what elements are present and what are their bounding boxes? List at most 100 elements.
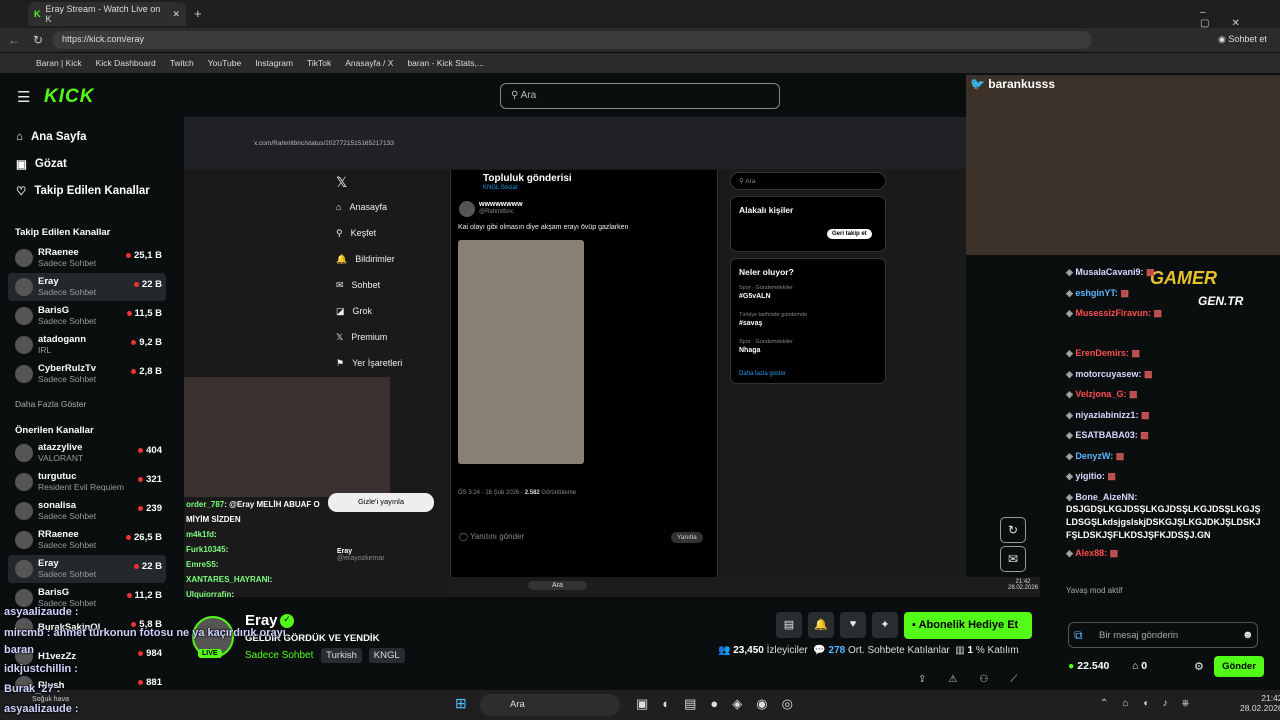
window-controls[interactable]: –▢✕ <box>1200 7 1280 29</box>
send-button[interactable]: Gönder <box>1214 656 1264 677</box>
browser-tab[interactable]: K Eray Stream - Watch Live on K ✕ <box>28 2 186 26</box>
trend-name[interactable]: #savaş <box>739 320 762 327</box>
taskbar-apps[interactable]: ▣◐▤●◈◉◎ <box>636 696 807 712</box>
new-tab-button[interactable]: + <box>194 6 202 21</box>
chat-username[interactable]: motorcuyasew: <box>1075 369 1141 379</box>
chat-username[interactable]: Alex88: <box>1075 548 1107 558</box>
channel-row[interactable]: CyberRulzTv Sadece Sohbet 2,8 B <box>8 360 166 388</box>
bookmark-item[interactable]: YouTube <box>208 58 241 68</box>
x-nav-item[interactable]: ◪ Grok <box>336 306 372 317</box>
url-input[interactable]: https://kick.com/eray <box>52 31 1092 49</box>
post-video[interactable] <box>458 240 584 464</box>
x-nav-item[interactable]: ✉ Sohbet <box>336 280 380 291</box>
avatar <box>15 531 33 549</box>
bookmark-item[interactable]: Baran | Kick <box>36 58 82 68</box>
trend-name[interactable]: #G5vALN <box>739 293 771 300</box>
channel-row[interactable]: RRaenee Sadece Sohbet 26,5 B <box>8 526 166 554</box>
trend-category: Türkiye tarihinde gündemde <box>739 312 808 318</box>
back-icon[interactable]: ← <box>8 33 20 47</box>
gift-sub-button[interactable]: ▪ Abonelik Hediye Et <box>904 612 1032 639</box>
chat-username[interactable]: Bone_AizeNN: <box>1075 492 1137 502</box>
emote-icon[interactable]: ⧉ <box>1074 628 1083 643</box>
channel-row[interactable]: BarisG Sadece Sohbet 11,5 B <box>8 302 166 330</box>
x-nav-item[interactable]: ⌂ Anasayfa <box>336 202 387 212</box>
settings-icon[interactable]: ⚙ <box>1194 660 1204 673</box>
x-search[interactable]: ⚲ Ara <box>730 172 886 190</box>
viewer-count: 26,5 B <box>126 532 162 543</box>
twitter-icon: 🐦 <box>970 77 985 91</box>
mail-icon[interactable]: ✉ <box>1000 546 1026 572</box>
chat-username[interactable]: ErenDemirs: <box>1075 348 1129 358</box>
reply-button[interactable]: Yanıtla <box>671 532 703 543</box>
kick-logo[interactable]: KICK <box>44 86 94 108</box>
chat-username[interactable]: DenyzW: <box>1075 451 1113 461</box>
drops[interactable]: ⌂ 0 <box>1132 660 1147 672</box>
clip-icon[interactable]: ↻ <box>1000 517 1026 543</box>
channel-row[interactable]: Eray Sadece Sohbet 22 B <box>8 273 166 301</box>
player-controls[interactable]: ⇪⚠⚇⟋ <box>918 674 1039 685</box>
nav-home[interactable]: ⌂ Ana Sayfa <box>16 131 87 143</box>
bookmark-item[interactable]: Anasayfa / X <box>345 58 393 68</box>
channel-name: Eray <box>38 558 59 569</box>
sidebar: ⌂ Ana Sayfa ▣ Gözat ♡ Takip Edilen Kanallar… <box>0 117 178 694</box>
trend-category: Spor · Gündemdekiler <box>739 285 793 291</box>
stream-chat-line: MİYİM SİZDEN <box>186 515 241 524</box>
show-more-link[interactable]: Daha Fazla Göster <box>15 399 86 409</box>
nav-following[interactable]: ♡ Takip Edilen Kanallar <box>16 184 150 198</box>
bookmark-item[interactable]: TikTok <box>307 58 331 68</box>
nav-browse[interactable]: ▣ Gözat <box>16 157 67 171</box>
popup-button[interactable]: Gizle'i yayınla <box>328 493 434 512</box>
post-text: Kai olayı gibi olmasın diye akşam erayı … <box>458 224 629 231</box>
follow-back-button[interactable]: Geri takip et <box>827 229 872 239</box>
bookmark-item[interactable]: Twitch <box>170 58 194 68</box>
viewer-count: 22 B <box>134 279 162 290</box>
chat-username[interactable]: MusessizFiravun: <box>1075 308 1151 318</box>
badge-icon: ◈ <box>1066 471 1076 481</box>
channel-row[interactable]: turgutuc Resident Evil Requiem 321 <box>8 468 166 496</box>
tray-icons[interactable]: ⌃⌂◖♪⎈ <box>1100 698 1203 709</box>
x-nav-item[interactable]: 𝕏 Premium <box>336 332 387 343</box>
tag-pill[interactable]: KNGL <box>368 648 405 663</box>
chat-input[interactable]: Bir mesaj gönderin <box>1068 622 1258 648</box>
search-input[interactable]: ⚲ Ara <box>500 83 780 109</box>
windows-start-icon[interactable]: ⊞ <box>455 695 467 712</box>
clip-button[interactable]: ▤ <box>776 612 802 638</box>
close-icon[interactable]: ✕ <box>172 9 180 20</box>
chat-username[interactable]: ESATBABA03: <box>1075 430 1137 440</box>
chat-username[interactable]: yigitio: <box>1075 471 1105 481</box>
trend-show-more[interactable]: Daha fazla göster <box>739 371 786 377</box>
chat-username[interactable]: niyaziabinizz1: <box>1075 410 1138 420</box>
bookmark-item[interactable]: Kick Dashboard <box>96 58 156 68</box>
taskbar-search[interactable]: Ara <box>480 694 620 716</box>
menu-icon[interactable]: ☰ <box>17 88 30 106</box>
copilot-button[interactable]: ◉ Sohbet et <box>1218 34 1267 45</box>
viewer-count: 22 B <box>134 561 162 572</box>
bookmark-item[interactable]: baran - Kick Stats,... <box>407 58 484 68</box>
channel-row[interactable]: atazzylive VALORANT 404 <box>8 439 166 467</box>
emote-icon: ▩ <box>1150 308 1162 318</box>
x-nav-item[interactable]: ⚲ Keşfet <box>336 228 376 239</box>
bell-icon[interactable]: 🔔 <box>808 612 834 638</box>
follow-heart-button[interactable]: ♥ <box>840 612 866 638</box>
bookmark-item[interactable]: Instagram <box>255 58 293 68</box>
channel-row[interactable]: sonalisa Sadece Sohbet 239 <box>8 497 166 525</box>
channel-row[interactable]: Eray Sadece Sohbet 22 B <box>8 555 166 583</box>
reply-input[interactable]: ◯ Yanıtını gönder <box>459 532 524 541</box>
chat-message: ◈ MusalaCavani9: ▩ <box>1066 267 1266 278</box>
chat-username[interactable]: eshginYT: <box>1075 288 1118 298</box>
chat-username[interactable]: Velzjona_G: <box>1075 389 1126 399</box>
x-nav-item[interactable]: 🔔 Bildirimler <box>336 254 395 265</box>
sparkle-icon[interactable]: ✦ <box>872 612 898 638</box>
tag-pill[interactable]: Turkish <box>321 648 362 663</box>
refresh-icon[interactable]: ↻ <box>33 33 43 47</box>
channel-row[interactable]: atadogann IRL 9,2 B <box>8 331 166 359</box>
category-link[interactable]: Sadece Sohbet <box>245 650 313 661</box>
chat-username[interactable]: MusalaCavani9: <box>1075 267 1143 277</box>
x-nav-item[interactable]: ⚑ Yer İşaretleri <box>336 358 402 369</box>
trend-name[interactable]: Nhaga <box>739 347 760 354</box>
stream-chat-line: m4k1fd: <box>186 530 217 539</box>
footer-user: Eray <box>337 548 353 555</box>
x-nav-label: Anasayfa <box>349 202 387 212</box>
channel-row[interactable]: RRaenee Sadece Sohbet 25,1 B <box>8 244 166 272</box>
emoji-icon[interactable]: ☻ <box>1242 629 1254 641</box>
